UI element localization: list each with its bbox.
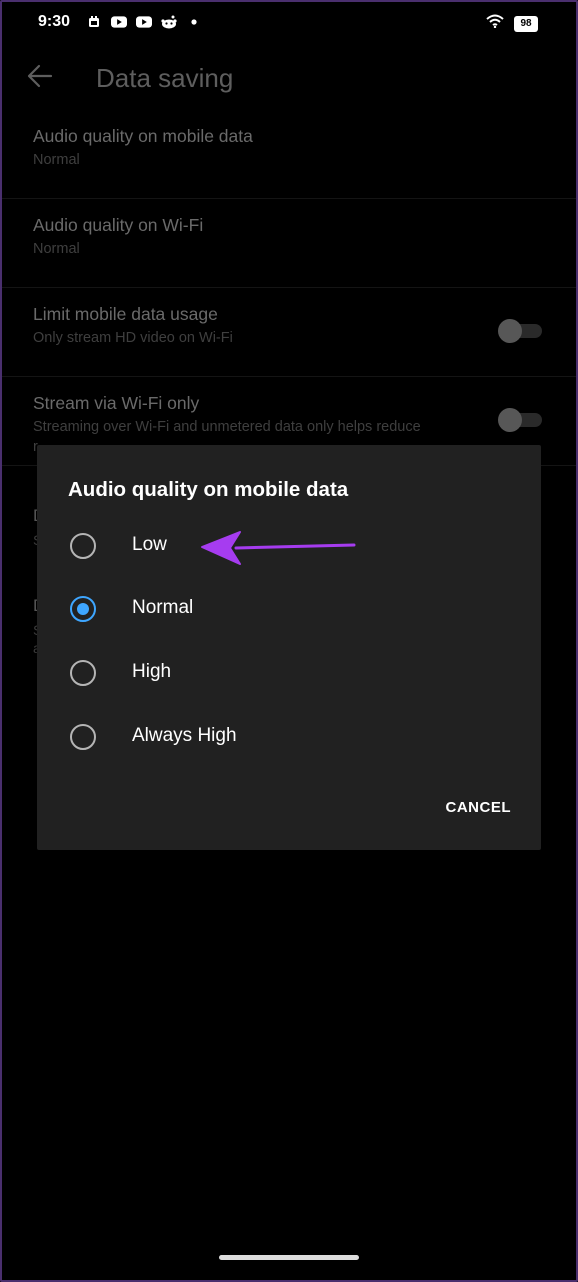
option-always-high[interactable]: Always High [37, 708, 541, 764]
setting-subtitle: Only stream HD video on Wi-Fi [33, 330, 233, 346]
reddit-icon [161, 15, 177, 28]
setting-title: Audio quality on mobile data [33, 126, 253, 146]
notification-icons [86, 15, 202, 28]
option-high[interactable]: High [37, 644, 541, 700]
radio-button[interactable] [70, 533, 96, 559]
option-label: High [132, 661, 172, 682]
radio-button[interactable] [70, 724, 96, 750]
toggle-knob [498, 319, 522, 343]
annotation-arrow-icon [201, 531, 356, 565]
setting-title: Stream via Wi-Fi only [33, 393, 200, 413]
app-bar: Data saving [0, 46, 578, 110]
setting-audio-quality-mobile[interactable]: Audio quality on mobile data Normal [0, 110, 578, 199]
home-indicator[interactable] [219, 1255, 359, 1260]
setting-title: Audio quality on Wi-Fi [33, 215, 204, 235]
option-normal[interactable]: Normal [37, 580, 541, 636]
youtube-icon [136, 15, 152, 28]
system-icons: 98 [486, 14, 538, 33]
option-label: Low [132, 534, 167, 555]
radio-button[interactable] [70, 660, 96, 686]
back-arrow-icon[interactable] [26, 62, 54, 90]
setting-subtitle: Normal [33, 241, 80, 257]
battery-icon: 98 [514, 15, 538, 32]
youtube-icon [111, 15, 127, 28]
wifi-icon [486, 14, 504, 33]
option-label: Normal [132, 597, 194, 618]
audio-quality-dialog: Audio quality on mobile data Low Normal … [37, 445, 541, 850]
status-bar: 9:30 98 [0, 0, 578, 46]
setting-title: Limit mobile data usage [33, 304, 218, 324]
cancel-button[interactable]: CANCEL [446, 799, 512, 816]
dialog-title: Audio quality on mobile data [68, 478, 349, 501]
radio-button-selected[interactable] [70, 596, 96, 622]
setting-audio-quality-wifi[interactable]: Audio quality on Wi-Fi Normal [0, 199, 578, 288]
setting-subtitle: Streaming over Wi-Fi and unmetered data … [33, 419, 421, 435]
calendar-icon [86, 15, 102, 28]
dot-icon [186, 15, 202, 28]
setting-subtitle: Normal [33, 152, 80, 168]
setting-limit-mobile-data[interactable]: Limit mobile data usage Only stream HD v… [0, 288, 578, 377]
toggle-knob [498, 408, 522, 432]
status-time: 9:30 [38, 13, 71, 30]
page-title: Data saving [96, 63, 234, 93]
stream-wifi-only-toggle[interactable] [498, 408, 542, 432]
option-label: Always High [132, 725, 237, 746]
limit-mobile-data-toggle[interactable] [498, 319, 542, 343]
